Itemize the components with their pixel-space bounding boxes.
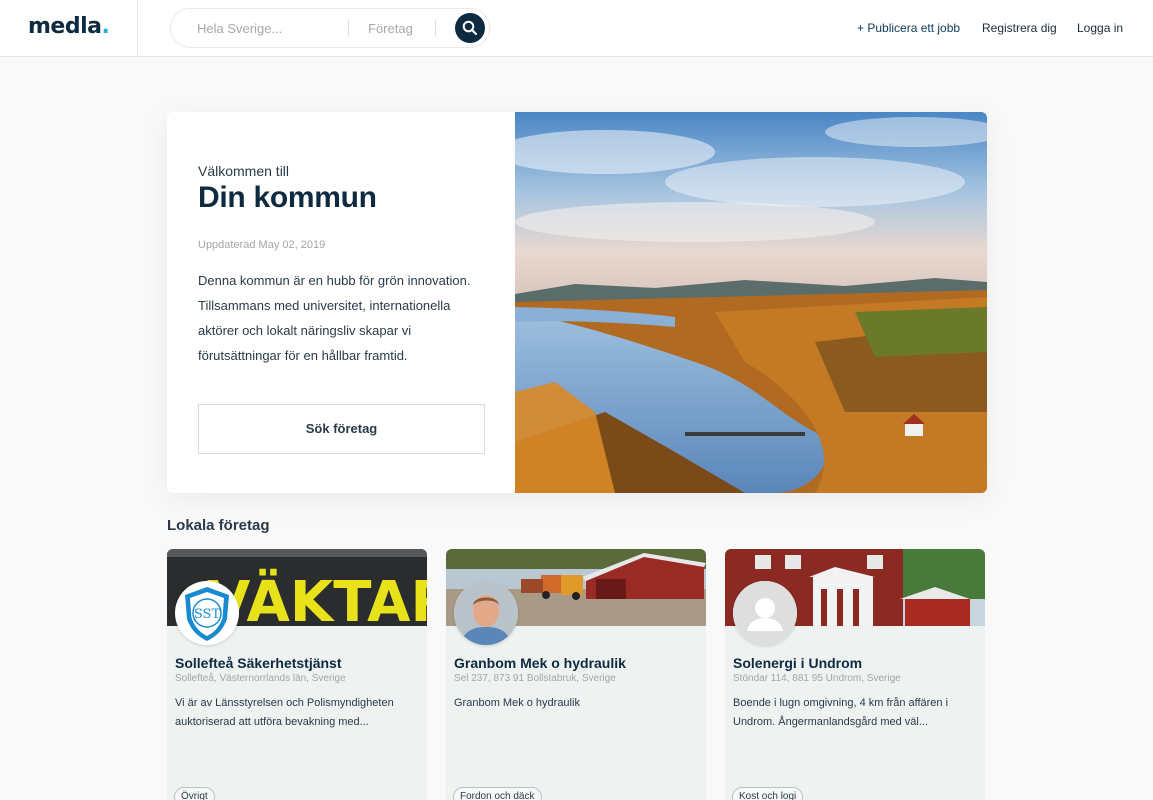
category-select[interactable]: Företag [368,21,413,36]
local-companies-heading: Lokala företag [167,517,270,534]
search-divider [435,20,436,36]
person-photo [454,581,518,645]
company-address: Sel 237, 873 91 Bollstabruk, Sverige [454,673,616,684]
company-logo: SST [175,581,239,645]
company-card[interactable]: VÄKTARE SST Sollefteå Säkerhetstjänst So… [167,549,427,800]
search-bar: Hela Sverige... Företag [170,8,490,48]
search-companies-button[interactable]: Sök företag [198,404,485,454]
company-card[interactable]: Solenergi i Undrom Stöndar 114, 881 95 U… [725,549,985,800]
company-description: Granbom Mek o hydraulik [454,697,580,709]
landscape-photo [515,112,987,493]
search-button[interactable] [455,13,485,43]
logo-text: medla [28,14,102,39]
company-name[interactable]: Sollefteå Säkerhetstjänst [175,655,342,671]
company-logo [454,581,518,645]
search-divider [348,20,349,36]
location-search-input[interactable]: Hela Sverige... [197,21,282,36]
hero-title: Din kommun [198,181,377,214]
medla-logo[interactable]: medla. [28,14,110,39]
company-address: Stöndar 114, 881 95 Undrom, Sverige [733,673,901,684]
hero-description: Denna kommun är en hubb för grön innovat… [198,273,471,363]
company-category-tag[interactable]: Fordon och däck [453,787,542,800]
publish-job-link[interactable]: + Publicera ett jobb [857,21,960,35]
register-link[interactable]: Registrera dig [982,21,1057,35]
logo-initials: SST [194,607,221,622]
search-icon [462,20,478,36]
municipality-hero-card: Välkommen till Din kommun Uppdaterad May… [167,112,987,493]
company-description: Vi är av Länsstyrelsen och Polismyndighe… [175,697,394,728]
shield-logo-icon: SST [185,587,229,641]
company-category-tag[interactable]: Kost och logi [732,787,804,800]
company-category-tag[interactable]: Övrigt [174,787,215,800]
login-link[interactable]: Logga in [1077,21,1123,35]
company-address: Sollefteå, Västernorrlands län, Sverige [175,673,346,684]
top-header: medla. Hela Sverige... Företag + Publice… [0,0,1153,57]
logo-dot: . [101,14,110,39]
logo-area: medla. [0,0,138,56]
cover-text: VÄKTARE [207,570,427,626]
company-name[interactable]: Granbom Mek o hydraulik [454,655,626,671]
company-logo [733,581,797,645]
company-name[interactable]: Solenergi i Undrom [733,655,862,671]
company-description: Boende i lugn omgivning, 4 km från affär… [733,697,949,728]
hero-updated-date: Uppdaterad May 02, 2019 [198,239,326,251]
default-avatar-icon [733,581,797,645]
company-card[interactable]: Granbom Mek o hydraulik Sel 237, 873 91 … [446,549,706,800]
hero-welcome: Välkommen till [198,163,290,179]
